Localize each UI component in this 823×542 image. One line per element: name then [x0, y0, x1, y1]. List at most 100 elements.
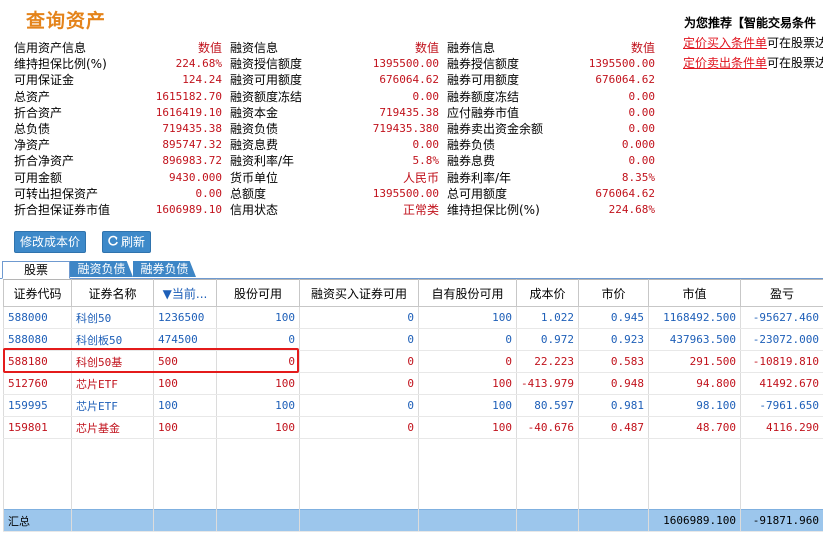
- info-label: 融券信息: [447, 41, 496, 55]
- table-row[interactable]: 512760 芯片ETF 100 100 0 100 -413.979 0.94…: [3, 372, 823, 395]
- info-label: 融券可用额度: [447, 73, 520, 88]
- info-row: 折合资产 1616419.10: [14, 105, 222, 121]
- cell: 159995: [3, 394, 72, 417]
- cell: 588000: [3, 306, 72, 329]
- table-row[interactable]: 159801 芯片基金 100 100 0 100 -40.676 0.487 …: [3, 416, 823, 439]
- info-value: 719435.380: [372, 121, 439, 135]
- conditional-buy-link[interactable]: 定价买入条件单: [683, 36, 767, 50]
- info-value: 1395500.00: [588, 57, 655, 71]
- table-row[interactable]: 588080 科创板50 474500 0 0 0 0.972 0.923 43…: [3, 328, 823, 351]
- column-header[interactable]: 股份可用: [216, 279, 300, 307]
- total-row: 汇总 1606989.100 -91871.960: [3, 509, 823, 532]
- column-header[interactable]: 市值: [648, 279, 741, 307]
- column-header[interactable]: 市价: [578, 279, 649, 307]
- info-value: 1395500.00: [372, 57, 439, 71]
- cell: 1168492.500: [648, 306, 741, 329]
- info-row: 可用保证金 124.24: [14, 72, 222, 88]
- margin-info-panel: 融资信息 数值 融资授信额度 1395500.00 融资可用额度 676064.62 …: [230, 40, 439, 218]
- info-value: 0.00: [628, 89, 656, 103]
- table-header-row: 证券代码 证券名称 ▼当前... 股份可用 融资买入证券可用 自有股份可用 成本…: [3, 279, 823, 307]
- info-label: 维持担保比例(%): [447, 202, 540, 217]
- info-value: 9430.000: [169, 170, 222, 184]
- info-value: 8.35%: [621, 170, 655, 184]
- info-value: 719435.38: [379, 105, 439, 119]
- column-header[interactable]: 证券名称: [71, 279, 154, 307]
- column-header[interactable]: 成本价: [516, 279, 579, 307]
- info-row: 融券利率/年 8.35%: [447, 170, 655, 186]
- info-label: 融券负债: [447, 138, 496, 153]
- column-header[interactable]: 融资买入证券可用: [299, 279, 419, 307]
- cell: 0: [299, 372, 419, 395]
- cell: 100: [216, 394, 300, 417]
- info-row: 总额度 1395500.00: [230, 186, 439, 202]
- cell: 0: [216, 328, 300, 351]
- refresh-icon: [107, 232, 119, 252]
- info-row: 可转出担保资产 0.00: [14, 186, 222, 202]
- info-value: 0.00: [628, 121, 656, 135]
- cell: -7961.650: [740, 394, 823, 417]
- info-value: 224.68%: [608, 202, 655, 216]
- total-label: 汇总: [3, 509, 72, 532]
- cell: 100: [153, 372, 217, 395]
- cell: 588080: [3, 328, 72, 351]
- info-row: 可用金额 9430.000: [14, 170, 222, 186]
- info-label: 货币单位: [230, 170, 279, 185]
- cell: -40.676: [516, 416, 579, 439]
- info-value: 0.00: [412, 89, 440, 103]
- cell: 0.972: [516, 328, 579, 351]
- cell: 48.700: [648, 416, 741, 439]
- info-label: 融资额度冻结: [230, 89, 303, 104]
- cell: 100: [153, 416, 217, 439]
- modify-cost-button[interactable]: 修改成本价: [14, 231, 87, 253]
- info-label: 应付融券市值: [447, 105, 520, 120]
- cell: 588180: [3, 350, 72, 373]
- cell: 芯片ETF: [71, 372, 154, 395]
- info-value: 人民币: [402, 170, 439, 185]
- total-profit-loss: -91871.960: [740, 509, 823, 532]
- cell: 0: [216, 350, 300, 373]
- info-value: 数值: [414, 41, 439, 55]
- info-label: 总负债: [14, 121, 51, 136]
- cell: 0: [299, 328, 419, 351]
- refresh-button[interactable]: 刷新: [102, 231, 152, 253]
- info-label: 折合资产: [14, 105, 63, 120]
- column-header[interactable]: 盈亏: [740, 279, 823, 307]
- cell: 科创50基: [71, 350, 154, 373]
- info-row: 货币单位 人民币: [230, 170, 439, 186]
- cell: 0: [299, 416, 419, 439]
- table-row[interactable]: 588180 科创50基 500 0 0 0 22.223 0.583 291.…: [3, 350, 823, 373]
- table-row[interactable]: 588000 科创50 1236500 100 0 100 1.022 0.94…: [3, 306, 823, 329]
- table-row[interactable]: 159995 芯片ETF 100 100 0 100 80.597 0.981 …: [3, 394, 823, 417]
- info-row: 折合担保证券市值 1606989.10: [14, 202, 222, 218]
- info-row: 融资可用额度 676064.62: [230, 72, 439, 88]
- info-label: 融资利率/年: [230, 154, 295, 169]
- cell: 科创板50: [71, 328, 154, 351]
- info-value: 719435.38: [162, 121, 222, 135]
- info-label: 净资产: [14, 138, 51, 153]
- cell: 100: [418, 416, 517, 439]
- info-row: 信用状态 正常类: [230, 202, 439, 218]
- cell: -95627.460: [740, 306, 823, 329]
- refresh-label: 刷新: [121, 235, 146, 249]
- holdings-tabs: 股票 融资负债 融券负债: [0, 260, 823, 279]
- cell: 41492.670: [740, 372, 823, 395]
- cell: 0.945: [578, 306, 649, 329]
- column-header[interactable]: 证券代码: [3, 279, 72, 307]
- info-row: 融资负债 719435.380: [230, 121, 439, 137]
- info-row: 总资产 1615182.70: [14, 89, 222, 105]
- info-label: 融券额度冻结: [447, 89, 520, 104]
- cell: 512760: [3, 372, 72, 395]
- column-header[interactable]: 自有股份可用: [418, 279, 517, 307]
- info-label: 融券授信额度: [447, 57, 520, 72]
- info-value: 676064.62: [595, 73, 655, 87]
- info-value: 0.00: [628, 105, 656, 119]
- recommend-title: 为您推荐【智能交易条件: [684, 16, 817, 30]
- tab-stocks[interactable]: 股票: [2, 261, 70, 279]
- info-value: 224.68%: [175, 57, 222, 71]
- cell: 437963.500: [648, 328, 741, 351]
- conditional-sell-link[interactable]: 定价卖出条件单: [683, 56, 767, 70]
- tab-margin-debt[interactable]: 融资负债: [70, 261, 133, 277]
- info-header: 信用资产信息 数值: [14, 40, 222, 56]
- tab-short-debt[interactable]: 融券负债: [133, 261, 196, 277]
- column-header[interactable]: ▼当前...: [153, 279, 217, 307]
